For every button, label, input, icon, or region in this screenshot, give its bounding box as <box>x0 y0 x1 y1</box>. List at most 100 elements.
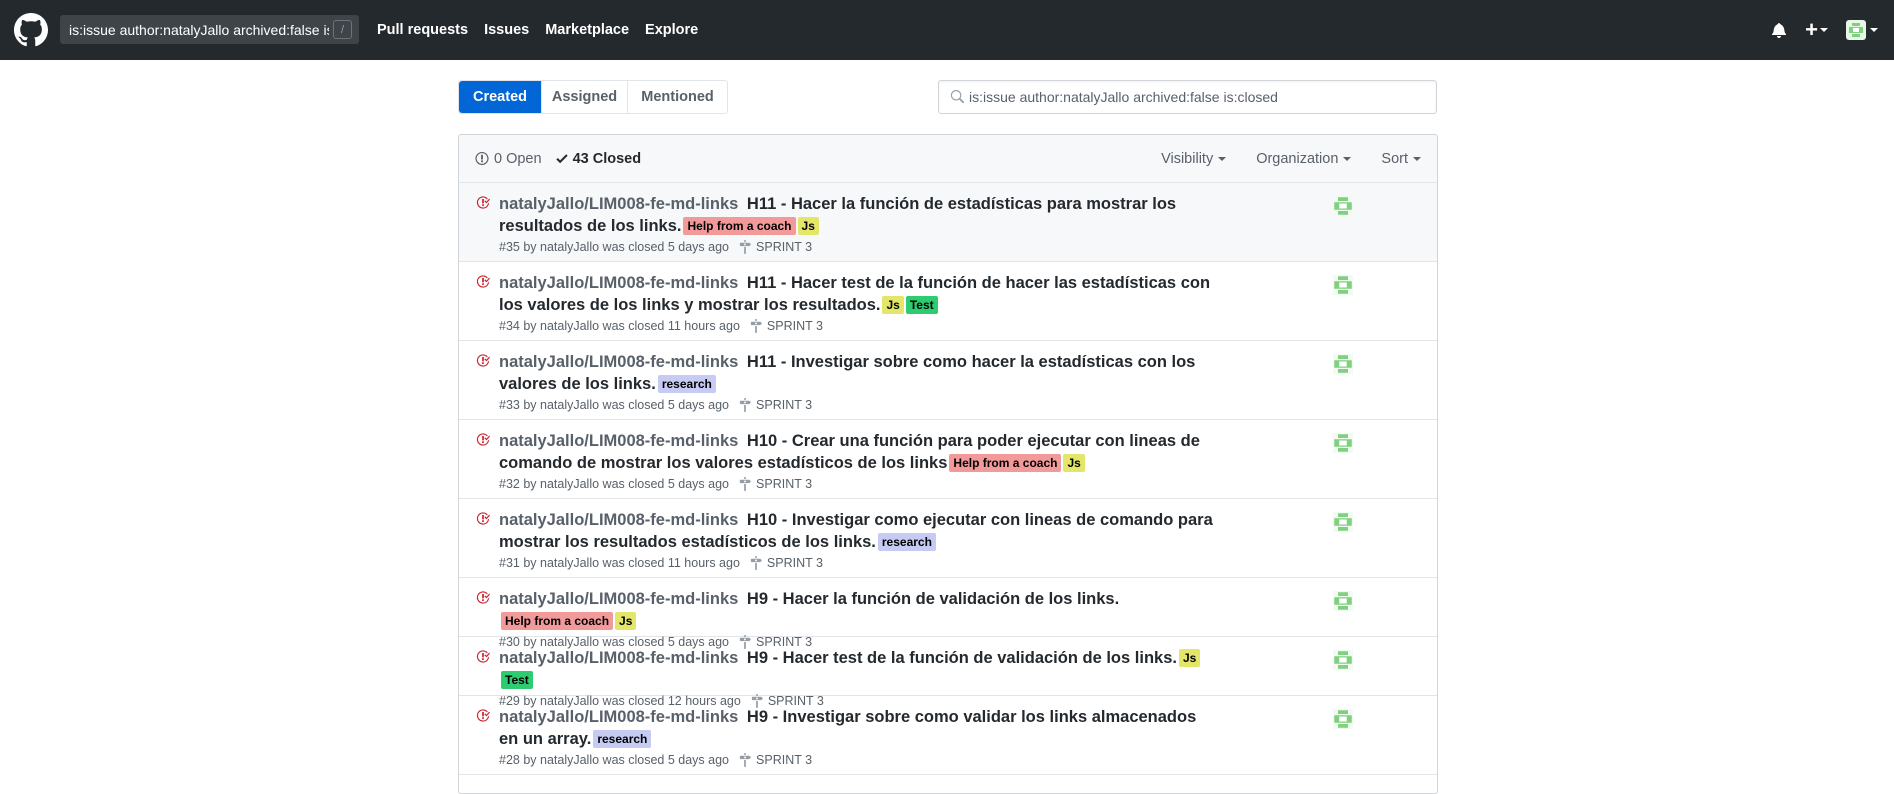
issues-list: 0 Open 43 Closed Visibility Organization… <box>458 134 1438 794</box>
issue-row[interactable]: natalyJallo/LIM008-fe-md-links H11 - Inv… <box>459 341 1437 420</box>
assignee-avatar-icon[interactable] <box>1333 512 1353 532</box>
issue-row[interactable]: natalyJallo/LIM008-fe-md-links H11 - Hac… <box>459 262 1437 341</box>
nav-marketplace[interactable]: Marketplace <box>545 22 629 38</box>
issue-title-block: natalyJallo/LIM008-fe-md-links H11 - Inv… <box>499 351 1219 395</box>
milestone-icon <box>739 753 756 767</box>
new-menu-caret-icon[interactable] <box>1820 28 1828 32</box>
issue-row[interactable]: natalyJallo/LIM008-fe-md-links H11 - Hac… <box>459 183 1437 262</box>
header-actions: + <box>1771 0 1878 60</box>
issue-repo-link[interactable]: natalyJallo/LIM008-fe-md-links <box>499 195 738 213</box>
assignee-avatar-icon[interactable] <box>1333 433 1353 453</box>
issue-repo-link[interactable]: natalyJallo/LIM008-fe-md-links <box>499 274 738 292</box>
issue-label[interactable]: Test <box>905 296 938 314</box>
organization-dropdown[interactable]: Organization <box>1256 151 1352 167</box>
issue-repo-link[interactable]: natalyJallo/LIM008-fe-md-links <box>499 590 738 608</box>
issues-list-header: 0 Open 43 Closed Visibility Organization… <box>459 135 1437 183</box>
issue-title-block: natalyJallo/LIM008-fe-md-links H10 - Inv… <box>499 509 1219 553</box>
assignee-avatar-icon[interactable] <box>1333 709 1353 729</box>
issue-title-block: natalyJallo/LIM008-fe-md-links H9 - Inve… <box>499 706 1219 750</box>
issue-closed-icon <box>476 195 490 213</box>
closed-count-button[interactable]: 43 Closed <box>555 151 641 167</box>
issue-label[interactable]: research <box>593 730 652 748</box>
issue-label[interactable]: Help from a coach <box>949 454 1062 472</box>
milestone-link[interactable]: SPRINT 3 <box>750 319 823 333</box>
assignee-avatar-icon[interactable] <box>1333 196 1353 216</box>
issue-meta-text: #33 by natalyJallo was closed 5 days ago <box>499 398 730 412</box>
visibility-dropdown[interactable]: Visibility <box>1161 151 1227 167</box>
issue-repo-link[interactable]: natalyJallo/LIM008-fe-md-links <box>499 511 738 529</box>
tab-mentioned[interactable]: Mentioned <box>628 81 727 113</box>
milestone-label: SPRINT 3 <box>756 398 813 412</box>
github-logo-icon[interactable] <box>14 13 48 47</box>
global-search-input[interactable]: is:issue author:natalyJallo archived:fal… <box>60 15 359 44</box>
chevron-down-icon <box>1413 157 1421 161</box>
milestone-label: SPRINT 3 <box>756 240 813 254</box>
milestone-link[interactable]: SPRINT 3 <box>750 556 823 570</box>
bell-icon[interactable] <box>1771 22 1787 38</box>
issue-repo-link[interactable]: natalyJallo/LIM008-fe-md-links <box>499 432 738 450</box>
avatar-caret-icon[interactable] <box>1870 28 1878 32</box>
open-count-button[interactable]: 0 Open <box>475 151 542 167</box>
issue-label[interactable]: Help from a coach <box>501 612 614 630</box>
issue-title-link[interactable]: H9 - Hacer la función de validación de l… <box>747 590 1119 608</box>
issue-label[interactable]: Js <box>797 217 819 235</box>
issue-closed-icon <box>476 708 490 726</box>
issue-closed-icon <box>476 590 490 608</box>
nav-explore[interactable]: Explore <box>645 22 698 38</box>
search-icon <box>950 90 964 104</box>
issues-search-input[interactable]: is:issue author:natalyJallo archived:fal… <box>938 80 1437 114</box>
issue-row[interactable]: natalyJallo/LIM008-fe-md-links H9 - Hace… <box>459 637 1437 708</box>
issue-label[interactable]: Js <box>1178 649 1201 667</box>
issue-repo-link[interactable]: natalyJallo/LIM008-fe-md-links <box>499 353 738 371</box>
issue-row[interactable]: natalyJallo/LIM008-fe-md-links H10 - Inv… <box>459 499 1437 578</box>
issue-row[interactable]: natalyJallo/LIM008-fe-md-links H9 - Hace… <box>459 578 1437 649</box>
assignee-avatar-icon[interactable] <box>1333 650 1353 670</box>
nav-issues[interactable]: Issues <box>484 22 529 38</box>
issue-opened-icon <box>475 151 489 166</box>
global-search-value: is:issue author:natalyJallo archived:fal… <box>69 21 329 38</box>
issue-rows: natalyJallo/LIM008-fe-md-links H11 - Hac… <box>459 183 1437 775</box>
issue-label[interactable]: research <box>877 533 936 551</box>
issue-meta: #32 by natalyJallo was closed 5 days ago… <box>499 477 1437 491</box>
sort-dropdown[interactable]: Sort <box>1381 151 1421 167</box>
issue-label[interactable]: Js <box>1063 454 1085 472</box>
nav-pull-requests[interactable]: Pull requests <box>377 22 468 38</box>
issue-row[interactable]: natalyJallo/LIM008-fe-md-links H10 - Cre… <box>459 420 1437 499</box>
issue-closed-icon <box>476 432 490 450</box>
tab-assigned[interactable]: Assigned <box>542 81 628 113</box>
list-filters: Visibility Organization Sort <box>1131 135 1421 183</box>
milestone-link[interactable]: SPRINT 3 <box>739 240 812 254</box>
issue-repo-link[interactable]: natalyJallo/LIM008-fe-md-links <box>499 649 738 667</box>
avatar-icon[interactable] <box>1846 20 1866 40</box>
issue-label[interactable]: Js <box>882 296 904 314</box>
milestone-link[interactable]: SPRINT 3 <box>739 753 812 767</box>
check-icon <box>555 154 568 164</box>
assignee-avatar-icon[interactable] <box>1333 275 1353 295</box>
issue-repo-link[interactable]: natalyJallo/LIM008-fe-md-links <box>499 708 738 726</box>
issue-meta: #28 by natalyJallo was closed 5 days ago… <box>499 753 1437 767</box>
milestone-link[interactable]: SPRINT 3 <box>739 398 812 412</box>
issue-closed-icon <box>476 274 490 292</box>
issue-title-block: natalyJallo/LIM008-fe-md-links H11 - Hac… <box>499 193 1219 237</box>
issue-label[interactable]: Test <box>501 671 533 689</box>
sort-label: Sort <box>1381 151 1408 167</box>
issue-title-link[interactable]: H9 - Hacer test de la función de validac… <box>747 649 1177 667</box>
milestone-label: SPRINT 3 <box>766 556 823 570</box>
issue-meta: #31 by natalyJallo was closed 11 hours a… <box>499 556 1437 570</box>
issue-label[interactable]: Help from a coach <box>683 217 796 235</box>
tab-created[interactable]: Created <box>459 81 542 113</box>
issue-meta-text: #32 by natalyJallo was closed 5 days ago <box>499 477 730 491</box>
plus-icon[interactable]: + <box>1805 19 1818 41</box>
chevron-down-icon <box>1343 157 1352 161</box>
open-count-label: 0 Open <box>494 150 542 167</box>
issue-row[interactable]: natalyJallo/LIM008-fe-md-links H9 - Inve… <box>459 696 1437 775</box>
issue-closed-icon <box>476 649 490 667</box>
assignee-avatar-icon[interactable] <box>1333 354 1353 374</box>
milestone-icon <box>750 319 767 333</box>
issue-label[interactable]: Js <box>615 612 637 630</box>
issue-meta: #33 by natalyJallo was closed 5 days ago… <box>499 398 1437 412</box>
assignee-avatar-icon[interactable] <box>1333 591 1353 611</box>
milestone-link[interactable]: SPRINT 3 <box>739 477 812 491</box>
issue-title-block: natalyJallo/LIM008-fe-md-links H9 - Hace… <box>499 588 1219 632</box>
issue-label[interactable]: research <box>657 375 716 393</box>
